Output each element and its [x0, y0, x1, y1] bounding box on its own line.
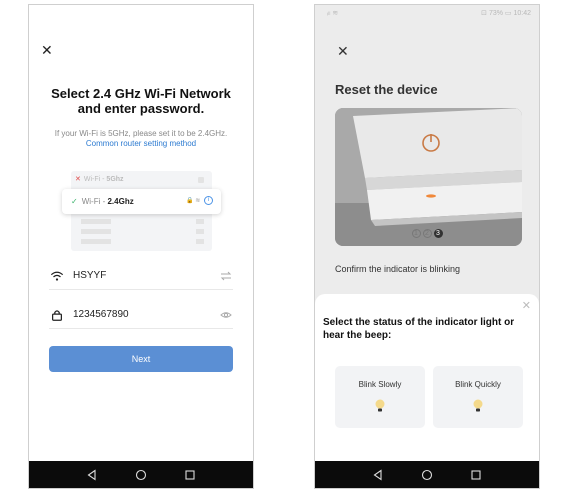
status-bar: ᵢₗₗ ≋ ⊡ 73% ▭ 10:42 [315, 5, 539, 23]
eye-icon[interactable] [219, 308, 233, 322]
network-status-icons: 🔒 ≋ i [186, 189, 213, 214]
illustration-24ghz-prefix: Wi-Fi - [81, 197, 108, 206]
info-icon: i [204, 195, 213, 205]
home-icon[interactable] [133, 467, 149, 483]
bulb-icon [375, 399, 385, 412]
home-icon[interactable] [419, 467, 435, 483]
carousel-indicator: 123 [315, 229, 539, 238]
page-title: Select 2.4 GHz Wi-Fi Network and enter p… [51, 86, 231, 116]
page-title: Reset the device [335, 82, 438, 97]
illustration-5ghz-prefix: Wi-Fi - [83, 176, 107, 183]
switch-network-icon[interactable] [219, 269, 233, 283]
blink-slowly-option[interactable]: Blink Slowly [335, 366, 425, 428]
placeholder-bar [196, 219, 204, 224]
illustration-5ghz-row: ✕ Wi-Fi - 5Ghz [75, 175, 206, 185]
placeholder-bar [81, 219, 111, 224]
back-icon[interactable] [370, 467, 386, 483]
close-icon[interactable]: ✕ [41, 43, 53, 57]
placeholder-bar [196, 239, 204, 244]
placeholder-bar [81, 239, 111, 244]
back-icon[interactable] [84, 467, 100, 483]
sheet-title: Select the status of the indicator light… [323, 317, 515, 341]
recents-icon[interactable] [182, 467, 198, 483]
placeholder-bar [81, 229, 111, 234]
carousel-dot-active[interactable]: 3 [433, 229, 443, 238]
wifi-name-value: HSYYF [73, 270, 107, 281]
wifi-setup-screen: ✕ Select 2.4 GHz Wi-Fi Network and enter… [28, 4, 254, 489]
placeholder-bar [196, 229, 204, 234]
system-nav-bar [315, 461, 539, 488]
recents-icon[interactable] [468, 467, 484, 483]
check-icon: ✓ [71, 197, 78, 206]
carousel-dot[interactable]: 1 [411, 229, 421, 238]
bulb-icon [473, 399, 483, 412]
close-icon[interactable]: ✕ [337, 44, 349, 58]
placeholder-dot [198, 177, 204, 183]
close-icon[interactable]: ✕ [522, 299, 531, 312]
option-label: Blink Quickly [455, 380, 501, 389]
next-button[interactable]: Next [49, 346, 233, 372]
device-illustration [335, 108, 522, 246]
system-nav-bar [29, 461, 253, 488]
signal-status: ᵢₗₗ ≋ [327, 10, 339, 17]
battery-time-status: ⊡ 73% ▭ 10:42 [481, 10, 531, 17]
device-photo [335, 108, 522, 246]
illustration-5ghz-band: 5Ghz [106, 176, 124, 183]
error-icon: ✕ [75, 176, 81, 183]
carousel-dot[interactable]: 2 [422, 229, 432, 238]
option-label: Blink Slowly [358, 380, 402, 389]
router-setting-link[interactable]: Common router setting method [33, 139, 249, 149]
indicator-caption: Confirm the indicator is blinking [335, 264, 461, 274]
indicator-status-sheet: ✕ Select the status of the indicator lig… [315, 294, 539, 461]
password-value: 1234567890 [73, 309, 129, 320]
illustration-24ghz-card: ✓ Wi-Fi - 2.4Ghz 🔒 ≋ i [62, 189, 221, 214]
wifi-band-hint: If your Wi-Fi is 5GHz, please set it to … [54, 129, 228, 138]
lock-icon [49, 307, 65, 323]
blink-quickly-option[interactable]: Blink Quickly [433, 366, 523, 428]
wifi-icon [49, 268, 65, 284]
password-field[interactable]: 1234567890 [49, 301, 233, 329]
illustration-24ghz-band: 2.4Ghz [107, 197, 134, 206]
wifi-name-field[interactable]: HSYYF [49, 262, 233, 290]
reset-device-screen: ᵢₗₗ ≋ ⊡ 73% ▭ 10:42 ✕ Reset the device 1… [314, 4, 540, 489]
